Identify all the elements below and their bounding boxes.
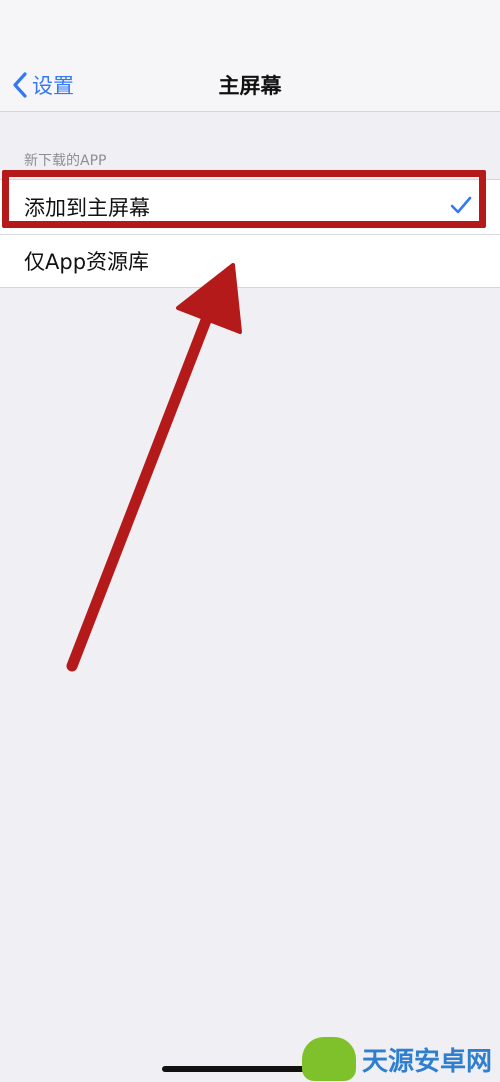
annotation-arrow-icon <box>66 263 242 672</box>
android-logo-icon <box>302 1037 356 1081</box>
watermark-text: 天源安卓网 <box>362 1046 493 1077</box>
watermark: 天源安卓网 <box>302 1036 500 1082</box>
